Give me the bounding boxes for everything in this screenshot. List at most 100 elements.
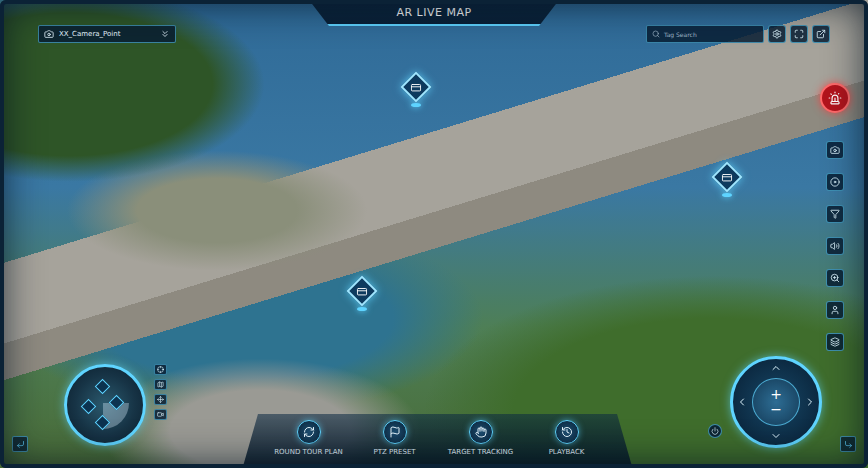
ptz-right-button[interactable] bbox=[804, 396, 816, 408]
pin-dot bbox=[411, 103, 421, 107]
flag-icon bbox=[389, 426, 401, 438]
zoom-icon bbox=[830, 273, 840, 283]
camera-select[interactable]: XX_Camera_Point bbox=[38, 25, 176, 43]
minimap-marker[interactable] bbox=[95, 379, 111, 395]
record-button[interactable] bbox=[826, 173, 844, 191]
camera-pin[interactable] bbox=[400, 76, 432, 116]
toolbar-icon-ring bbox=[383, 420, 407, 444]
arrow-right-icon bbox=[804, 396, 816, 408]
siren-icon bbox=[828, 91, 842, 105]
pin-inner bbox=[357, 286, 368, 297]
toolbar-icon-ring bbox=[297, 420, 321, 444]
hud: XX_Camera_Point AR LIVE MAP Tag Search ROUN… bbox=[0, 0, 868, 468]
minimap[interactable] bbox=[64, 364, 146, 446]
toolbar-label: TARGET TRACKING bbox=[448, 448, 513, 456]
arrow-up-icon bbox=[770, 362, 782, 374]
collapse-right-button[interactable] bbox=[840, 436, 856, 452]
ptz-down-button[interactable] bbox=[770, 430, 782, 442]
top-right: Tag Search bbox=[559, 0, 868, 43]
settings-button[interactable] bbox=[768, 25, 786, 43]
pin-marker bbox=[346, 275, 377, 306]
bottom-bar: ROUND TOUR PLAN PTZ PRESET TARGET TRACKING… bbox=[0, 356, 868, 468]
hand-icon bbox=[475, 426, 487, 438]
zoom-button[interactable] bbox=[826, 269, 844, 287]
snapshot-button[interactable] bbox=[826, 141, 844, 159]
toolbar-label: PTZ PRESET bbox=[373, 448, 415, 456]
power-icon bbox=[711, 427, 719, 435]
toolbar-icon-ring bbox=[555, 420, 579, 444]
power-button[interactable] bbox=[708, 424, 722, 438]
toolbar-label: ROUND TOUR PLAN bbox=[274, 448, 343, 456]
minimap-tool-button[interactable] bbox=[154, 409, 167, 420]
toolbar-button[interactable]: ROUND TOUR PLAN bbox=[269, 420, 349, 462]
screen-frame bbox=[0, 0, 868, 468]
ptz-left-button[interactable] bbox=[736, 396, 748, 408]
arrow-left-icon bbox=[736, 396, 748, 408]
pin-marker bbox=[711, 161, 742, 192]
zoom-out-button[interactable]: − bbox=[770, 402, 782, 417]
minimap-tools bbox=[154, 364, 167, 420]
toolbar-button[interactable]: PTZ PRESET bbox=[355, 420, 435, 462]
map-icon bbox=[157, 381, 164, 388]
collapse-left-button[interactable] bbox=[12, 436, 28, 452]
loop-icon bbox=[303, 426, 315, 438]
export-button[interactable] bbox=[812, 25, 830, 43]
fullscreen-button[interactable] bbox=[790, 25, 808, 43]
layers-icon bbox=[830, 337, 840, 347]
user-button[interactable] bbox=[826, 301, 844, 319]
fullscreen-icon bbox=[794, 29, 804, 39]
move-icon bbox=[157, 396, 164, 403]
minimap-tool-button[interactable] bbox=[154, 394, 167, 405]
video-icon bbox=[157, 411, 164, 418]
camera-card-icon bbox=[357, 286, 368, 297]
minimap-tool-button[interactable] bbox=[154, 364, 167, 375]
camera-select-value: XX_Camera_Point bbox=[59, 30, 155, 38]
top-left: XX_Camera_Point bbox=[0, 0, 309, 43]
zoom-in-button[interactable]: + bbox=[770, 387, 782, 402]
tag-search-field[interactable]: Tag Search bbox=[646, 25, 764, 43]
side-toolbar bbox=[820, 83, 850, 356]
speaker-icon bbox=[830, 241, 840, 251]
playback-icon bbox=[561, 426, 573, 438]
title: AR LIVE MAP bbox=[309, 0, 559, 26]
camera-pin[interactable] bbox=[711, 166, 743, 206]
ptz-joystick[interactable]: +− bbox=[730, 356, 822, 448]
chevrons-down-icon bbox=[160, 29, 170, 39]
camera-icon bbox=[44, 29, 54, 39]
pin-inner bbox=[722, 172, 733, 183]
search-icon bbox=[652, 30, 660, 38]
toolbar-label: PLAYBACK bbox=[549, 448, 585, 456]
arrow-down-icon bbox=[770, 430, 782, 442]
record-icon bbox=[830, 177, 840, 187]
ptz-up-button[interactable] bbox=[770, 362, 782, 374]
camera-pin[interactable] bbox=[346, 280, 378, 320]
minimap-group bbox=[12, 364, 167, 460]
pin-dot bbox=[722, 193, 732, 197]
search-placeholder: Tag Search bbox=[664, 31, 697, 38]
gear-icon bbox=[772, 29, 782, 39]
pin-marker bbox=[400, 71, 431, 102]
corner-left-icon bbox=[16, 440, 25, 449]
bottom-toolbar: ROUND TOUR PLAN PTZ PRESET TARGET TRACKING… bbox=[243, 414, 633, 468]
ptz-group: +− bbox=[708, 356, 856, 460]
toolbar-icon-ring bbox=[469, 420, 493, 444]
minimap-tool-button[interactable] bbox=[154, 379, 167, 390]
filter-button[interactable] bbox=[826, 205, 844, 223]
toolbar-button[interactable]: PLAYBACK bbox=[527, 420, 607, 462]
alarm-button[interactable] bbox=[820, 83, 850, 113]
minimap-marker[interactable] bbox=[81, 399, 97, 415]
snapshot-icon bbox=[830, 145, 840, 155]
filter-icon bbox=[830, 209, 840, 219]
layers-button[interactable] bbox=[826, 333, 844, 351]
toolbar-button[interactable]: TARGET TRACKING bbox=[441, 420, 521, 462]
corner-right-icon bbox=[844, 440, 853, 449]
camera-card-icon bbox=[411, 82, 422, 93]
top-bar: XX_Camera_Point AR LIVE MAP Tag Search bbox=[0, 0, 868, 43]
locate-icon bbox=[157, 366, 164, 373]
external-link-icon bbox=[816, 29, 826, 39]
ptz-zoom-control: +− bbox=[752, 378, 800, 426]
ar-live-map-screen: XX_Camera_Point AR LIVE MAP Tag Search ROUN… bbox=[0, 0, 868, 468]
middle-area bbox=[0, 43, 868, 356]
audio-button[interactable] bbox=[826, 237, 844, 255]
camera-card-icon bbox=[722, 172, 733, 183]
